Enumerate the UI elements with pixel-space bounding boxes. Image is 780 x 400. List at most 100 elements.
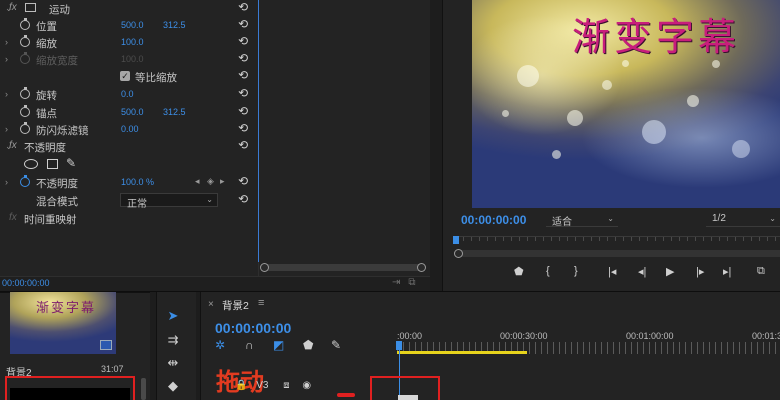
sync-lock-icon[interactable]: ⧈ bbox=[283, 380, 289, 391]
opacity-row[interactable]: › 不透明度 100.0 % ◂ ◈ ▸ ⟲ bbox=[0, 174, 258, 191]
reset-icon[interactable]: ⟲ bbox=[238, 174, 248, 188]
reset-icon[interactable]: ⟲ bbox=[238, 104, 248, 118]
transport-controls: ⬟ { } |◂ ◂| ▶ |▸ ▸| ⧉ bbox=[505, 265, 780, 281]
razor-tool-icon[interactable]: ◆ bbox=[160, 378, 186, 396]
settings-wrench-icon[interactable]: ✎ bbox=[331, 338, 341, 352]
monitor-playhead[interactable] bbox=[453, 236, 459, 244]
add-keyframe-icon[interactable]: ◈ bbox=[207, 176, 214, 187]
rectangle-mask-icon[interactable] bbox=[47, 159, 58, 169]
next-keyframe-icon[interactable]: ▸ bbox=[220, 176, 225, 187]
close-icon[interactable]: × bbox=[208, 299, 214, 310]
eye-icon[interactable]: ◉ bbox=[302, 380, 311, 391]
prev-keyframe-icon[interactable]: ◂ bbox=[195, 176, 200, 187]
reset-icon[interactable]: ⟲ bbox=[238, 51, 248, 65]
stopwatch-icon bbox=[20, 52, 30, 64]
rotation-row[interactable]: › 旋转 0.0 ⟲ bbox=[0, 86, 258, 103]
anchor-y-value[interactable]: 312.5 bbox=[163, 107, 186, 117]
reset-icon[interactable]: ⟲ bbox=[238, 68, 248, 82]
blend-mode-row[interactable]: 混合模式 正常 ⌄ ⟲ bbox=[0, 192, 258, 210]
motion-row[interactable]: ⌄ fx 运动 ⟲ bbox=[0, 0, 258, 17]
nest-icon[interactable]: ✲ bbox=[215, 338, 225, 352]
anti-flicker-value[interactable]: 0.00 bbox=[121, 124, 139, 134]
stopwatch-icon[interactable] bbox=[20, 175, 30, 187]
position-row[interactable]: 位置 500.0 312.5 ⟲ bbox=[0, 17, 258, 34]
track-header-v3[interactable]: 🔒 V3 ⧈ ◉ bbox=[235, 380, 311, 391]
scale-value[interactable]: 100.0 bbox=[121, 37, 144, 47]
reset-icon[interactable]: ⟲ bbox=[238, 138, 248, 152]
work-area-bar[interactable] bbox=[397, 351, 527, 354]
ellipse-mask-icon[interactable] bbox=[24, 159, 38, 169]
ruler-label: 00:01:00:00 bbox=[626, 331, 674, 341]
mark-in-icon[interactable]: { bbox=[546, 265, 550, 277]
stopwatch-icon[interactable] bbox=[20, 87, 30, 99]
reset-icon[interactable]: ⟲ bbox=[238, 192, 248, 206]
fx-icon[interactable]: fx bbox=[9, 212, 17, 223]
chevron-right-icon[interactable]: › bbox=[5, 177, 8, 187]
monitor-time-ruler[interactable] bbox=[455, 236, 780, 248]
blend-mode-select[interactable]: 正常 ⌄ bbox=[120, 193, 218, 210]
anchor-row[interactable]: 锚点 500.0 312.5 ⟲ bbox=[0, 104, 258, 121]
program-timecode[interactable]: 00:00:00:00 bbox=[461, 213, 526, 227]
anti-flicker-row[interactable]: › 防闪烁滤镜 0.00 ⟲ bbox=[0, 121, 258, 138]
zoom-fit-select[interactable]: 适合 ⌄ bbox=[546, 212, 618, 228]
effect-controls-timecode[interactable]: 00:00:00:00 bbox=[2, 278, 50, 288]
reset-icon[interactable]: ⟲ bbox=[238, 0, 248, 14]
fx-icon[interactable]: fx bbox=[9, 140, 17, 151]
time-remap-row[interactable]: fx 时间重映射 bbox=[0, 210, 258, 227]
stopwatch-icon[interactable] bbox=[20, 35, 30, 47]
step-forward-icon[interactable]: |▸ bbox=[696, 265, 704, 278]
scroll-handle-right[interactable] bbox=[417, 263, 426, 272]
rotation-value[interactable]: 0.0 bbox=[121, 89, 134, 99]
chevron-right-icon[interactable]: › bbox=[5, 89, 8, 99]
position-y-value[interactable]: 312.5 bbox=[163, 20, 186, 30]
reset-icon[interactable]: ⟲ bbox=[238, 34, 248, 48]
ripple-edit-tool-icon[interactable]: ⇹ bbox=[160, 355, 186, 373]
clip-duration: 31:07 bbox=[101, 364, 124, 374]
position-x-value[interactable]: 500.0 bbox=[121, 20, 144, 30]
motion-icon[interactable] bbox=[25, 3, 36, 12]
project-scrollbar[interactable] bbox=[141, 378, 146, 400]
lock-icon[interactable]: 🔒 bbox=[235, 380, 247, 391]
export-icon[interactable]: ⇥⧉ bbox=[392, 277, 424, 288]
effect-controls-playhead[interactable] bbox=[258, 0, 259, 262]
effect-controls-timeline[interactable] bbox=[258, 0, 430, 278]
reset-icon[interactable]: ⟲ bbox=[238, 121, 248, 135]
add-marker-icon[interactable]: ⬟ bbox=[303, 338, 313, 352]
step-back-icon[interactable]: ◂| bbox=[638, 265, 646, 278]
add-marker-icon[interactable]: ⬟ bbox=[514, 265, 524, 278]
playback-resolution-select[interactable]: 1/2 ⌄ bbox=[706, 212, 780, 227]
chevron-right-icon[interactable]: › bbox=[5, 124, 8, 134]
stopwatch-icon[interactable] bbox=[20, 18, 30, 30]
opacity-group-row[interactable]: ⌄ fx 不透明度 ⟲ bbox=[0, 138, 258, 155]
menu-icon[interactable]: ≡ bbox=[258, 297, 264, 309]
reset-icon[interactable]: ⟲ bbox=[238, 17, 248, 31]
chevron-down-icon: ⌄ bbox=[607, 214, 614, 223]
scale-row[interactable]: › 缩放 100.0 ⟲ bbox=[0, 34, 258, 51]
linked-selection-icon[interactable]: ◩ bbox=[273, 338, 284, 352]
reset-icon[interactable]: ⟲ bbox=[238, 86, 248, 100]
stopwatch-icon[interactable] bbox=[20, 122, 30, 134]
uniform-scale-checkbox[interactable]: ✓ bbox=[120, 71, 130, 81]
scroll-handle-left[interactable] bbox=[454, 249, 463, 258]
effect-controls-scrollbar[interactable] bbox=[260, 263, 426, 272]
fx-icon[interactable]: fx bbox=[9, 2, 17, 13]
export-frame-icon[interactable]: ⧉ bbox=[757, 265, 765, 278]
pen-mask-icon[interactable]: ✎ bbox=[66, 156, 76, 170]
opacity-value[interactable]: 100.0 % bbox=[121, 177, 154, 187]
go-to-out-icon[interactable]: ▸| bbox=[723, 265, 731, 278]
anchor-x-value[interactable]: 500.0 bbox=[121, 107, 144, 117]
uniform-scale-row[interactable]: ✓ 等比缩放 ⟲ bbox=[0, 68, 258, 85]
scroll-handle-left[interactable] bbox=[260, 263, 269, 272]
track-select-tool-icon[interactable]: ⇉ bbox=[160, 332, 186, 350]
go-to-in-icon[interactable]: |◂ bbox=[608, 265, 616, 278]
sequence-timecode[interactable]: 00:00:00:00 bbox=[215, 320, 291, 336]
stopwatch-icon[interactable] bbox=[20, 105, 30, 117]
play-icon[interactable]: ▶ bbox=[666, 265, 674, 278]
clip-thumbnail[interactable]: 渐变字幕 bbox=[10, 292, 116, 354]
selection-tool-icon[interactable]: ➤ bbox=[160, 308, 186, 326]
chevron-right-icon[interactable]: › bbox=[5, 37, 8, 47]
snap-icon[interactable]: ∩ bbox=[245, 338, 254, 352]
monitor-zoom-scrollbar[interactable] bbox=[454, 249, 780, 258]
sequence-tab[interactable]: 背景2 bbox=[222, 298, 249, 313]
mark-out-icon[interactable]: } bbox=[574, 265, 578, 277]
